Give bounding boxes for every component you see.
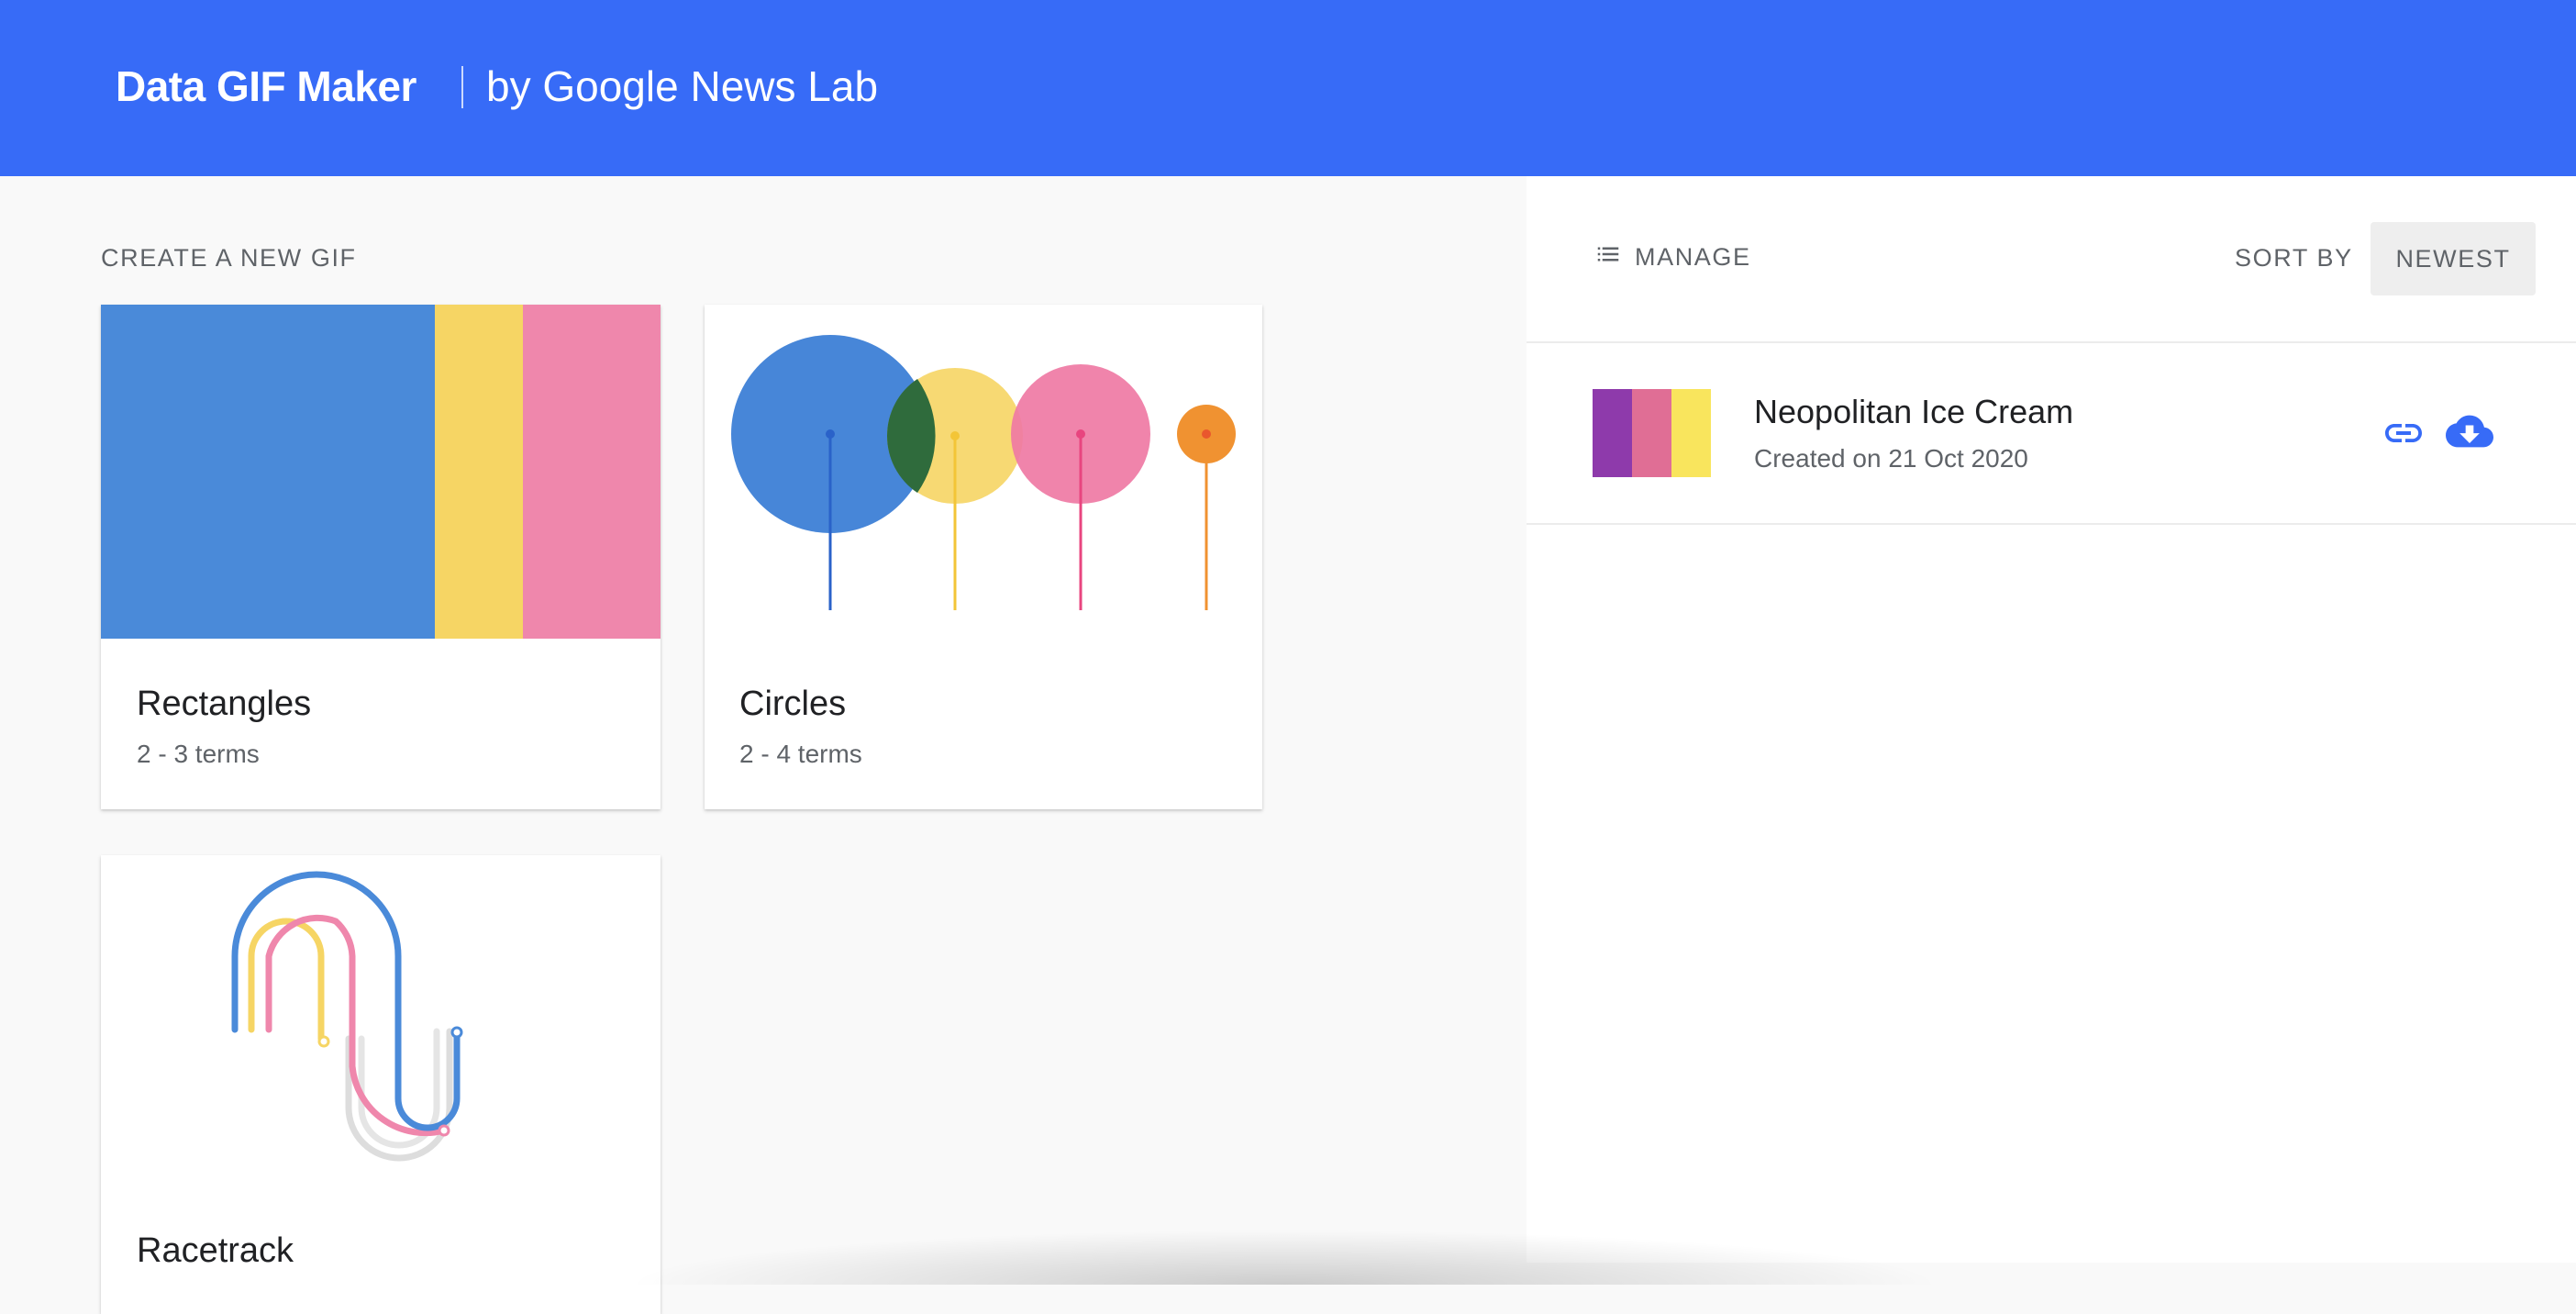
track-pink [265,914,448,1137]
template-card-racetrack[interactable]: Racetrack [101,855,661,1314]
rectangles-thumbnail [101,305,661,639]
track-pink-marker [438,1124,450,1137]
rect-bar-yellow [435,305,523,639]
app-title[interactable]: Data GIF Maker [116,57,416,116]
template-title: Racetrack [137,1231,294,1270]
manage-panel [1527,176,2576,1263]
circle-pink [1011,364,1150,610]
template-card-circles[interactable]: Circles 2 - 4 terms [705,305,1262,809]
template-terms: 2 - 4 terms [739,740,862,768]
link-icon[interactable] [2382,415,2426,456]
track-yellow-marker [317,1035,330,1048]
create-section-title: CREATE A NEW GIF [101,244,357,272]
gif-thumb-pink [1632,389,1671,477]
rect-bar-pink [523,305,661,639]
template-title: Circles [739,685,847,723]
gif-title: Neopolitan Ice Cream [1754,393,2074,430]
circle-orange [1177,405,1236,610]
track-yellow [248,918,325,1042]
sort-by-label: SORT BY [2235,244,2353,272]
gif-thumb-yellow [1671,389,1711,477]
sort-newest-button[interactable]: NEWEST [2371,222,2536,295]
gif-item-divider [1527,523,2576,525]
rect-bar-blue [101,305,435,639]
manage-header[interactable]: MANAGE [1594,240,1751,274]
circles-thumbnail [731,335,1236,610]
list-icon [1594,240,1622,274]
cloud-download-icon[interactable] [2446,409,2493,458]
template-title: Rectangles [137,685,312,723]
track-blue-marker [450,1026,463,1039]
template-terms: 2 - 3 terms [137,740,260,768]
app-header: Data GIF Maker by Google News Lab [0,0,2576,176]
header-divider [461,66,463,108]
gif-created-date: Created on 21 Oct 2020 [1754,444,2028,473]
racetrack-thumbnail [231,871,463,1162]
template-card-rectangles[interactable]: Rectangles 2 - 3 terms [101,305,661,809]
gif-thumb-purple [1593,389,1632,477]
app-subtitle[interactable]: by Google News Lab [486,57,878,116]
bottom-shadow [624,1230,1945,1285]
manage-label: MANAGE [1635,243,1751,271]
